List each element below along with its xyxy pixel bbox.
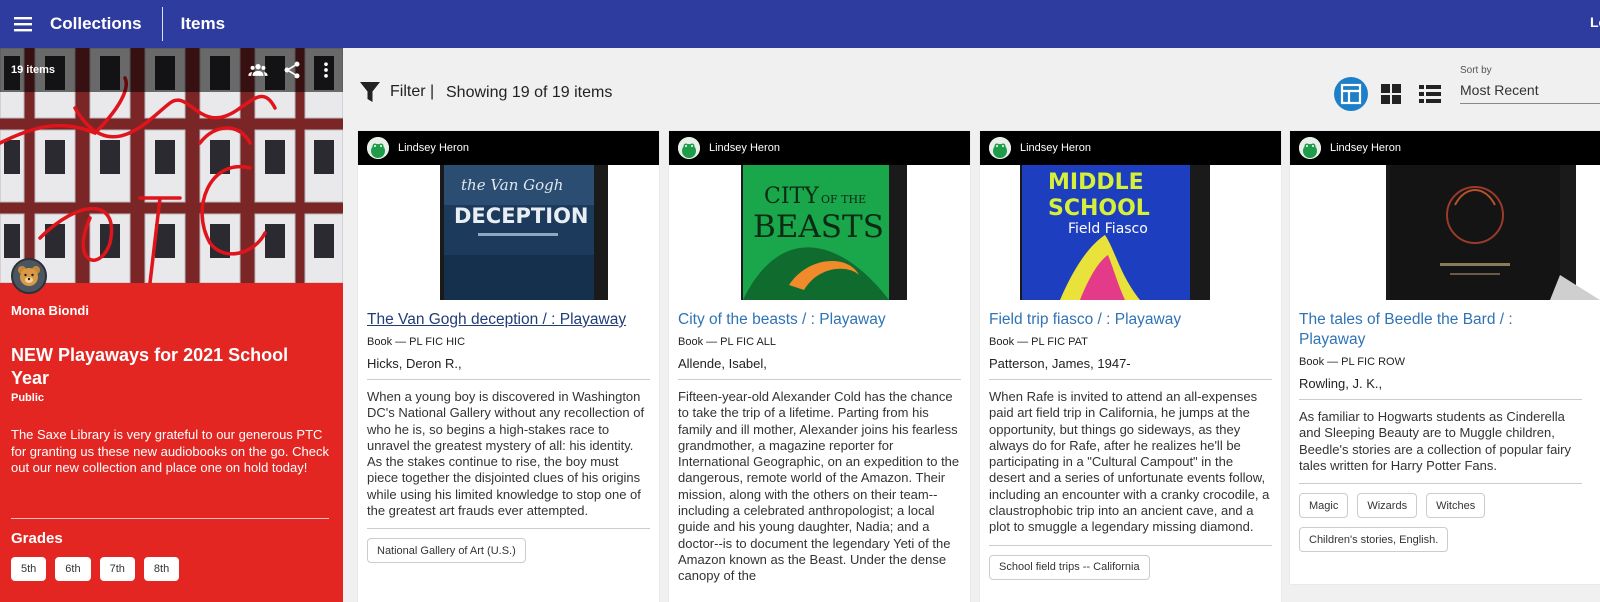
item-type: Book — PL FIC ALL — [678, 336, 777, 348]
subject-tags: School field trips -- California — [989, 554, 1272, 580]
login-link[interactable]: Lo — [1590, 14, 1600, 30]
book-cover-image[interactable]: MIDDLE SCHOOL Field Fiasco — [980, 165, 1281, 300]
item-description: When a young boy is discovered in Washin… — [367, 389, 650, 530]
book-cover-image[interactable] — [1290, 165, 1600, 300]
collection-description: The Saxe Library is very grateful to our… — [11, 427, 329, 475]
subject-tags: National Gallery of Art (U.S.) — [367, 538, 650, 564]
filter-button[interactable]: Filter | — [359, 80, 434, 104]
item-description: When Rafe is invited to attend an all-ex… — [989, 389, 1272, 546]
item-type: Book — PL FIC PAT — [989, 336, 1088, 348]
card-user-name[interactable]: Lindsey Heron — [1330, 142, 1401, 154]
item-card: Lindsey Heron MIDDLE SCHOOL Field Fiasco… — [980, 131, 1281, 602]
item-card: Lindsey Heron The tales of Beedle the Ba… — [1290, 131, 1600, 584]
card-header: Lindsey Heron — [1290, 131, 1600, 165]
collection-sidebar: 19 items Mona Biondi NEW Playaways for 2… — [0, 48, 343, 602]
collection-title: NEW Playaways for 2021 School Year — [11, 345, 289, 388]
item-count: 19 items — [11, 64, 56, 76]
breadcrumb-divider — [161, 7, 163, 41]
card-user-name[interactable]: Lindsey Heron — [398, 142, 469, 154]
grade-chip[interactable]: 5th — [11, 557, 47, 581]
filter-label: Filter | — [390, 83, 435, 100]
grade-chip[interactable]: 7th — [99, 557, 135, 581]
subject-tag[interactable]: Witches — [1426, 493, 1486, 519]
grades-heading: Grades — [11, 530, 63, 547]
hamburger-menu-icon[interactable] — [0, 0, 46, 48]
svg-text:BEASTS: BEASTS — [753, 209, 884, 245]
masonry-view-icon[interactable] — [1334, 77, 1368, 111]
subject-tag[interactable]: Wizards — [1357, 493, 1418, 519]
item-title-link[interactable]: The tales of Beedle the Bard / : Playawa… — [1299, 310, 1582, 350]
top-app-bar: Collections Items Lo — [0, 0, 1600, 48]
sort-dropdown[interactable]: Most Recent — [1460, 82, 1600, 104]
sidebar-divider — [11, 518, 329, 519]
svg-text:MIDDLE: MIDDLE — [1048, 170, 1144, 195]
grid-view-icon[interactable] — [1374, 77, 1408, 111]
breadcrumb-collections[interactable]: Collections — [46, 14, 162, 34]
share-icon[interactable] — [275, 48, 309, 92]
book-cover-image[interactable]: the Van Gogh DECEPTION — [358, 165, 659, 300]
result-count: Showing 19 of 19 items — [446, 84, 613, 101]
svg-text:Field Fiasco: Field Fiasco — [1068, 221, 1148, 237]
grade-chip[interactable]: 8th — [143, 557, 180, 581]
collaborators-icon[interactable] — [241, 48, 275, 92]
item-author: Patterson, James, 1947- — [989, 356, 1272, 380]
item-author: Allende, Isabel, — [678, 356, 961, 380]
card-user-name[interactable]: Lindsey Heron — [709, 142, 780, 154]
subject-tag[interactable]: Children's stories, English. — [1299, 527, 1449, 553]
svg-text:DECEPTION: DECEPTION — [454, 204, 589, 228]
item-card: Lindsey Heron CITY OF THE BEASTS City of… — [669, 131, 970, 602]
book-cover-image[interactable]: CITY OF THE BEASTS — [669, 165, 970, 300]
sort-label: Sort by — [1460, 65, 1492, 76]
more-options-icon[interactable] — [309, 48, 343, 92]
subject-tags: Magic Wizards Witches Children's stories… — [1299, 493, 1582, 553]
svg-text:SCHOOL: SCHOOL — [1048, 196, 1150, 221]
subject-tag[interactable]: School field trips -- California — [989, 554, 1150, 580]
visibility-label: Public — [11, 392, 45, 404]
card-header: Lindsey Heron — [669, 131, 970, 165]
user-avatar — [989, 137, 1011, 159]
item-type: Book — PL FIC ROW — [1299, 356, 1405, 368]
card-header: Lindsey Heron — [358, 131, 659, 165]
item-description: Fifteen-year-old Alexander Cold has the … — [678, 389, 960, 584]
item-description: As familiar to Hogwarts students as Cind… — [1299, 409, 1582, 485]
item-author: Rowling, J. K., — [1299, 376, 1582, 400]
user-avatar — [367, 137, 389, 159]
item-card: Lindsey Heron the Van Gogh DECEPTION The… — [358, 131, 659, 602]
item-title-link[interactable]: Field trip fiasco / : Playaway — [989, 310, 1272, 330]
items-toolbar: Filter | Showing 19 of 19 items Sort by … — [343, 48, 1600, 132]
collection-cover-image: 19 items — [0, 48, 343, 283]
subject-tag[interactable]: National Gallery of Art (U.S.) — [367, 538, 526, 564]
owner-name[interactable]: Mona Biondi — [11, 303, 89, 318]
cover-toolbar: 19 items — [0, 48, 343, 92]
grades-list: 5th 6th 7th 8th — [11, 557, 180, 581]
card-user-name[interactable]: Lindsey Heron — [1020, 142, 1091, 154]
item-author: Hicks, Deron R., — [367, 356, 650, 380]
grade-chip[interactable]: 6th — [55, 557, 91, 581]
item-type: Book — PL FIC HIC — [367, 336, 466, 348]
list-view-icon[interactable] — [1413, 77, 1447, 111]
item-title-link[interactable]: City of the beasts / : Playaway — [678, 310, 961, 330]
svg-text:CITY: CITY — [764, 184, 819, 209]
user-avatar — [1299, 137, 1321, 159]
svg-text:the Van Gogh: the Van Gogh — [461, 176, 563, 194]
user-avatar — [678, 137, 700, 159]
svg-text:OF THE: OF THE — [821, 193, 866, 206]
breadcrumb-items[interactable]: Items — [163, 14, 243, 34]
card-header: Lindsey Heron — [980, 131, 1281, 165]
item-title-link[interactable]: The Van Gogh deception / : Playaway — [367, 310, 650, 330]
owner-avatar[interactable] — [11, 258, 47, 294]
subject-tag[interactable]: Magic — [1299, 493, 1349, 519]
filter-icon — [360, 82, 380, 102]
